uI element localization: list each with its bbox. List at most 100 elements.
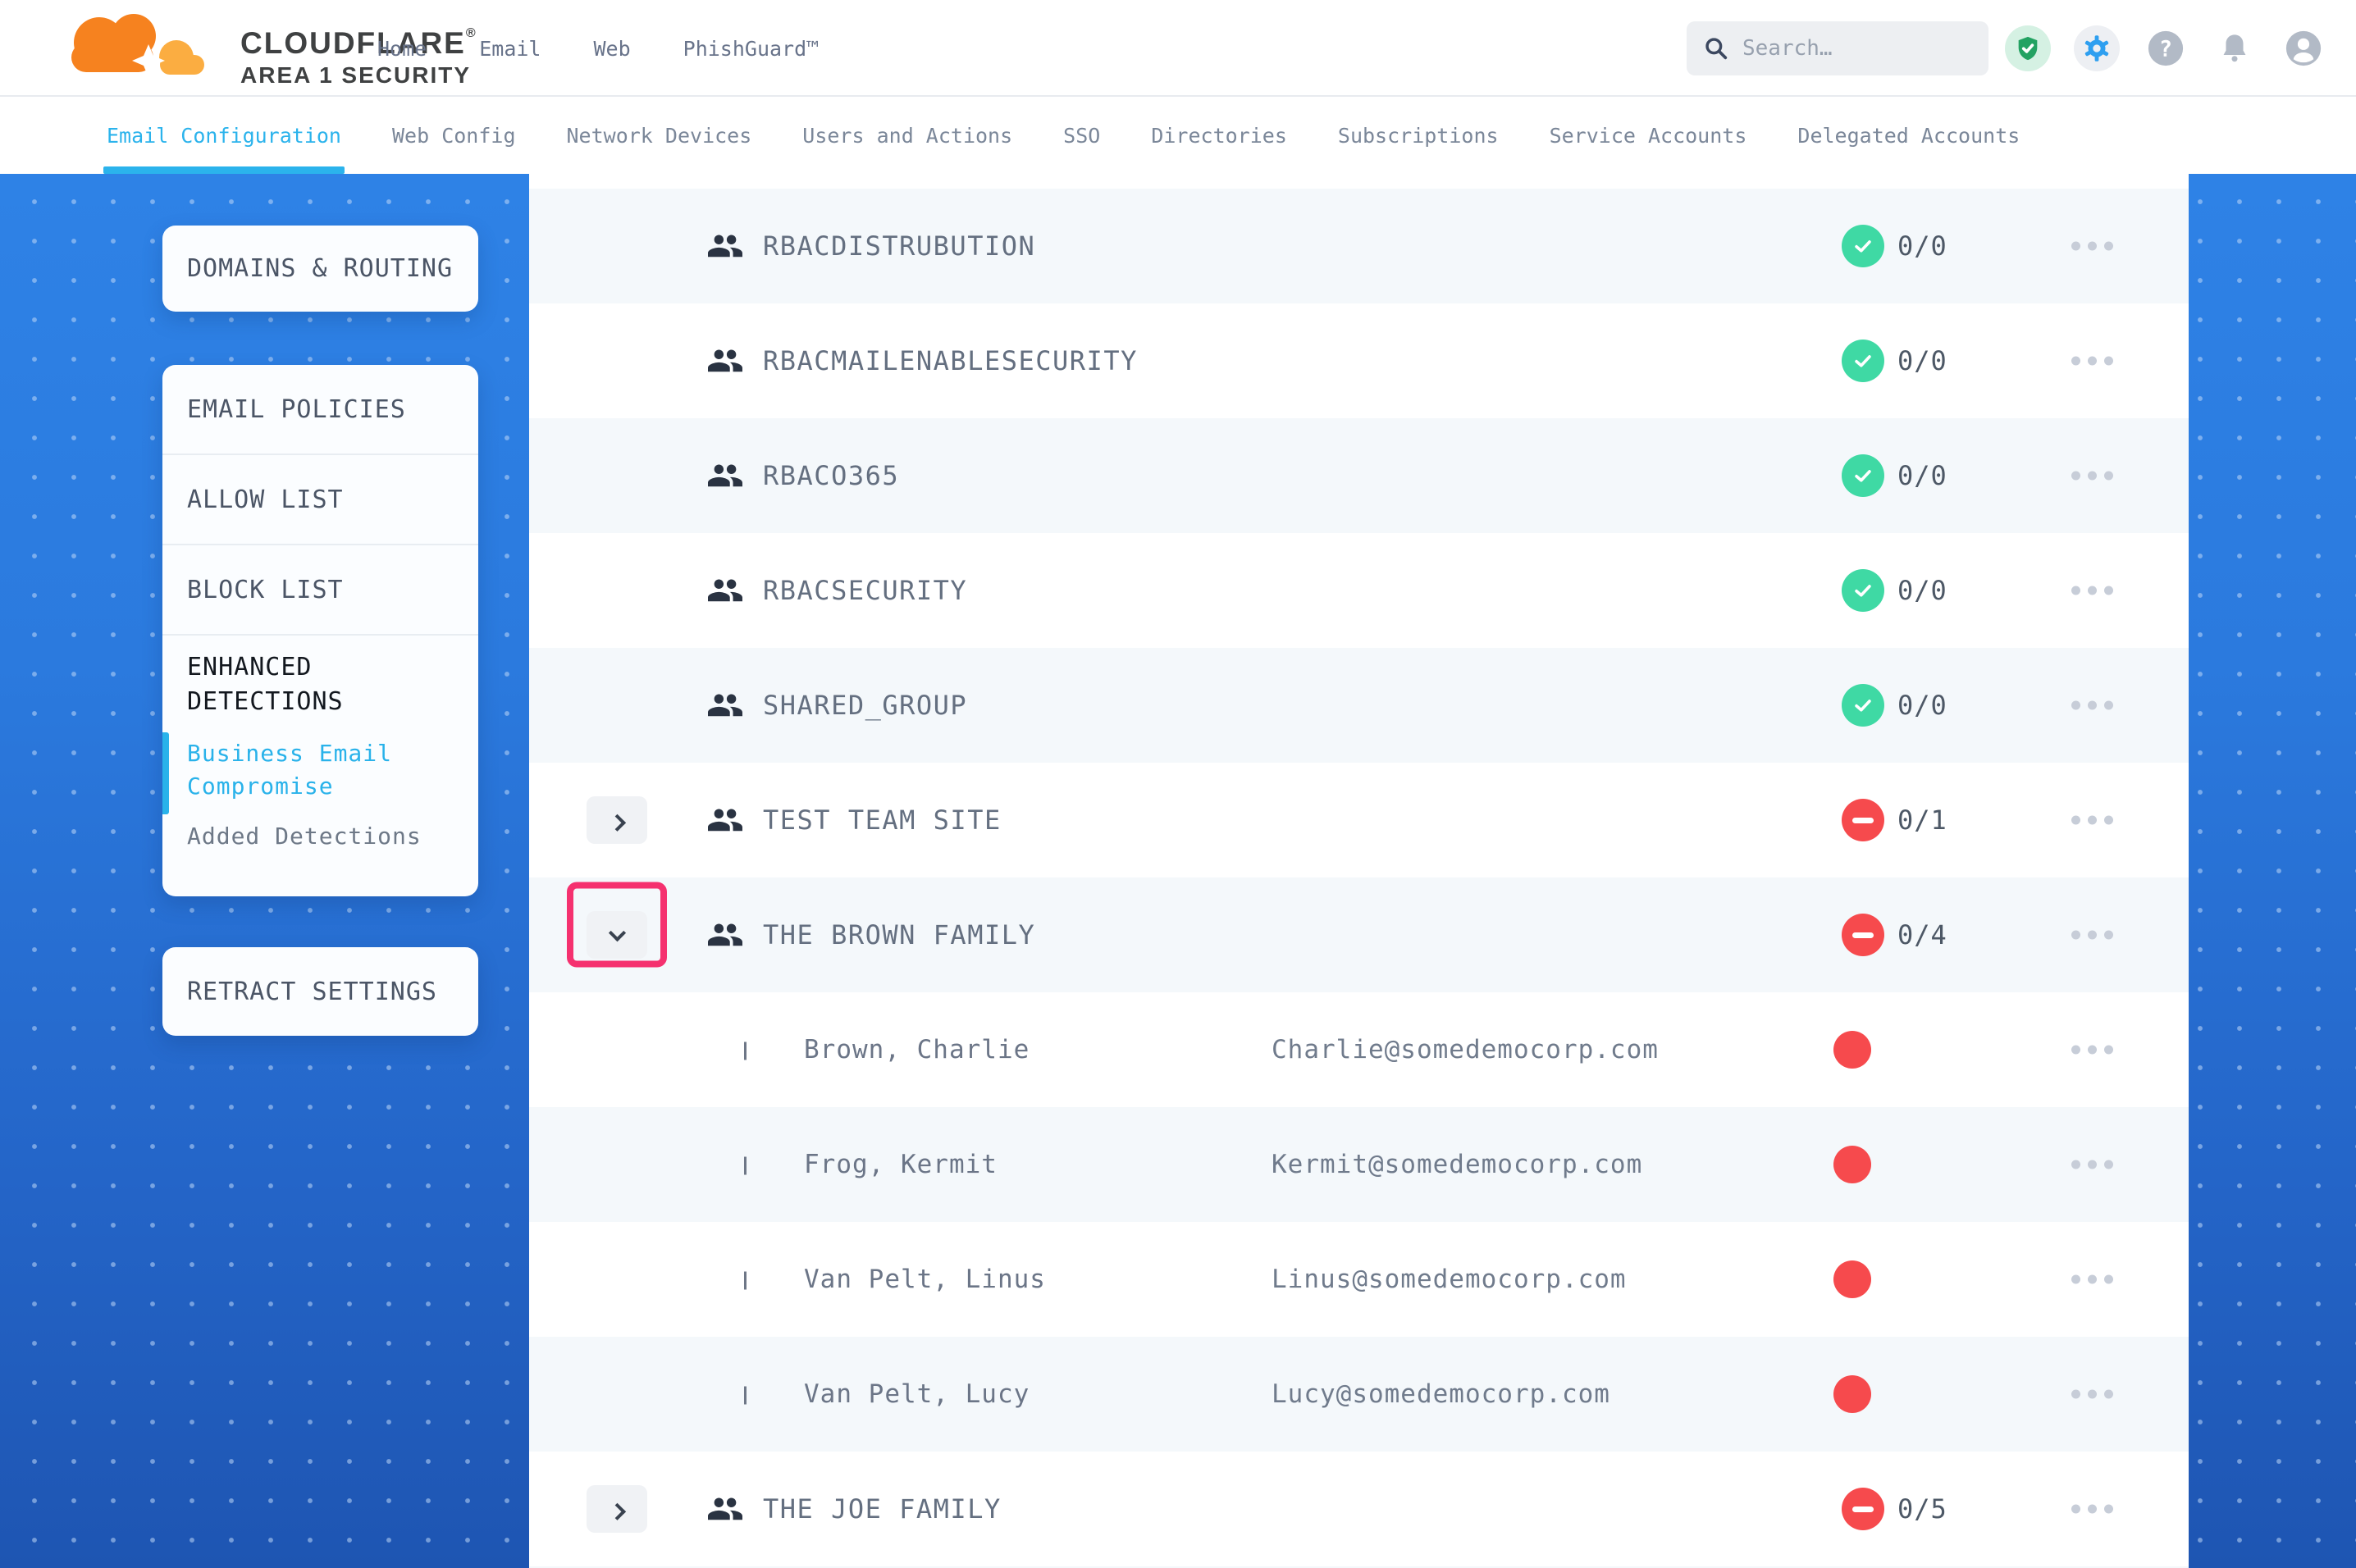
status-badge [1842, 454, 1884, 497]
enhanced-detections-heading: ENHANCED DETECTIONS [187, 650, 454, 719]
tab-service-accounts[interactable]: Service Accounts [1550, 97, 1747, 174]
group-name: SHARED_GROUP [763, 690, 967, 721]
member-count: 0/5 [1897, 1493, 1947, 1525]
nav-phishguard[interactable]: PhishGuard™ [683, 37, 820, 61]
status-dot [1833, 1375, 1871, 1413]
expand-button[interactable] [587, 911, 647, 959]
svg-text:?: ? [2159, 37, 2172, 62]
member-count: 0/0 [1897, 460, 1947, 491]
group-name: THE JOE FAMILY [763, 1493, 1002, 1525]
status-badge [1842, 914, 1884, 956]
table-row-group: RBACSECURITY 0/0 [529, 533, 2189, 648]
minus-glyph [1852, 1506, 1874, 1512]
sidebar-item-retract-settings[interactable]: RETRACT SETTINGS [162, 947, 478, 1036]
member-count: 0/1 [1897, 805, 1947, 836]
settings-gear-icon[interactable] [2074, 25, 2120, 71]
row-menu-button[interactable] [2071, 472, 2113, 481]
row-menu-button[interactable] [2071, 931, 2113, 940]
member-name: Van Pelt, Lucy [804, 1379, 1030, 1409]
sidebar-card-retract: RETRACT SETTINGS [162, 947, 478, 1036]
status-badge [1842, 225, 1884, 267]
member-count: 0/0 [1897, 575, 1947, 606]
protection-shield-icon[interactable] [2005, 25, 2051, 71]
tab-web-config[interactable]: Web Config [392, 97, 516, 174]
member-email: Charlie@somedemocorp.com [1272, 1035, 1659, 1064]
sidebar-item-block-list[interactable]: BLOCK LIST [162, 545, 478, 634]
row-menu-button[interactable] [2071, 1390, 2113, 1399]
row-menu-button[interactable] [2071, 1275, 2113, 1284]
status-badge [1842, 684, 1884, 727]
status-badge [1842, 340, 1884, 382]
sidebar-item-business-email-compromise[interactable]: Business Email Compromise [187, 737, 454, 803]
minus-glyph [1852, 932, 1874, 938]
row-menu-button[interactable] [2071, 586, 2113, 595]
row-menu-button[interactable] [2071, 357, 2113, 366]
nav-email[interactable]: Email [479, 37, 541, 61]
table-row-group: TEST TEAM SITE 0/1 [529, 763, 2189, 877]
table-row-group: THE BROWN FAMILY 0/4 [529, 877, 2189, 992]
sidebar-card-domains: DOMAINS & ROUTING [162, 226, 478, 312]
chevron-icon [608, 814, 625, 831]
search-icon [1703, 35, 1729, 62]
help-icon[interactable]: ? [2143, 25, 2189, 71]
row-menu-button[interactable] [2071, 816, 2113, 825]
table-row-group: THE JOE FAMILY 0/5 [529, 1452, 2189, 1566]
search-box[interactable] [1687, 21, 1988, 75]
tab-delegated-accounts[interactable]: Delegated Accounts [1797, 97, 2020, 174]
group-name: RBACDISTRUBUTION [763, 230, 1035, 262]
status-dot [1833, 1146, 1871, 1183]
chevron-right-icon[interactable] [744, 1272, 747, 1288]
cloudflare-cloud-icon [52, 10, 216, 85]
row-menu-button[interactable] [2071, 701, 2113, 710]
tab-subscriptions[interactable]: Subscriptions [1338, 97, 1499, 174]
expand-button[interactable] [587, 796, 647, 844]
sidebar-item-domains-routing[interactable]: DOMAINS & ROUTING [162, 226, 478, 312]
row-menu-button[interactable] [2071, 242, 2113, 251]
member-count: 0/0 [1897, 230, 1947, 262]
sidebar-item-allow-list[interactable]: ALLOW LIST [162, 455, 478, 544]
group-people-icon [705, 572, 745, 609]
expand-button[interactable] [587, 1485, 647, 1533]
table-row-group: RBACMAILENABLESECURITY 0/0 [529, 303, 2189, 418]
group-people-icon [705, 801, 745, 839]
status-badge [1842, 569, 1884, 612]
search-input[interactable] [1742, 36, 1947, 61]
group-name: RBACO365 [763, 460, 899, 491]
tab-directories[interactable]: Directories [1151, 97, 1287, 174]
sidebar-item-email-policies[interactable]: EMAIL POLICIES [162, 365, 478, 454]
member-email: Lucy@somedemocorp.com [1272, 1379, 1610, 1409]
notifications-bell-icon[interactable] [2212, 25, 2258, 71]
tab-sso[interactable]: SSO [1063, 97, 1100, 174]
row-menu-button[interactable] [2071, 1160, 2113, 1169]
table-row-member: Van Pelt, Lucy Lucy@somedemocorp.com [529, 1337, 2189, 1452]
sidebar-item-added-detections[interactable]: Added Detections [187, 823, 454, 850]
group-people-icon [705, 916, 745, 954]
group-table-panel: RBACDISTRUBUTION 0/0 RBACMAILENABLESECUR… [529, 174, 2189, 1568]
tab-email-configuration[interactable]: Email Configuration [107, 97, 341, 174]
chevron-right-icon[interactable] [744, 1387, 747, 1402]
tab-network-devices[interactable]: Network Devices [567, 97, 752, 174]
member-name: Frog, Kermit [804, 1150, 998, 1179]
chevron-icon [608, 1502, 625, 1520]
status-dot [1833, 1031, 1871, 1069]
group-name: THE BROWN FAMILY [763, 919, 1035, 950]
status-badge [1842, 799, 1884, 841]
active-indicator [162, 732, 169, 814]
chevron-right-icon[interactable] [744, 1157, 747, 1173]
row-menu-button[interactable] [2071, 1505, 2113, 1514]
member-count: 0/0 [1897, 690, 1947, 721]
member-name: Brown, Charlie [804, 1035, 1030, 1064]
enhanced-detections-section: ENHANCED DETECTIONS Business Email Compr… [162, 636, 478, 869]
sidebar-card-policies: EMAIL POLICIES ALLOW LIST BLOCK LIST ENH… [162, 365, 478, 896]
account-icon[interactable] [2281, 25, 2326, 71]
nav-home[interactable]: Home [377, 37, 427, 61]
chevron-right-icon[interactable] [744, 1042, 747, 1058]
table-row-group: RBACDISTRUBUTION 0/0 [529, 189, 2189, 303]
table-row-member: Frog, Kermit Kermit@somedemocorp.com [529, 1107, 2189, 1222]
tab-users-and-actions[interactable]: Users and Actions [802, 97, 1012, 174]
group-name: RBACSECURITY [763, 575, 967, 606]
status-badge [1842, 1488, 1884, 1530]
nav-web[interactable]: Web [593, 37, 630, 61]
row-menu-button[interactable] [2071, 1046, 2113, 1055]
top-navigation: Home Email Web PhishGuard™ [377, 0, 819, 97]
